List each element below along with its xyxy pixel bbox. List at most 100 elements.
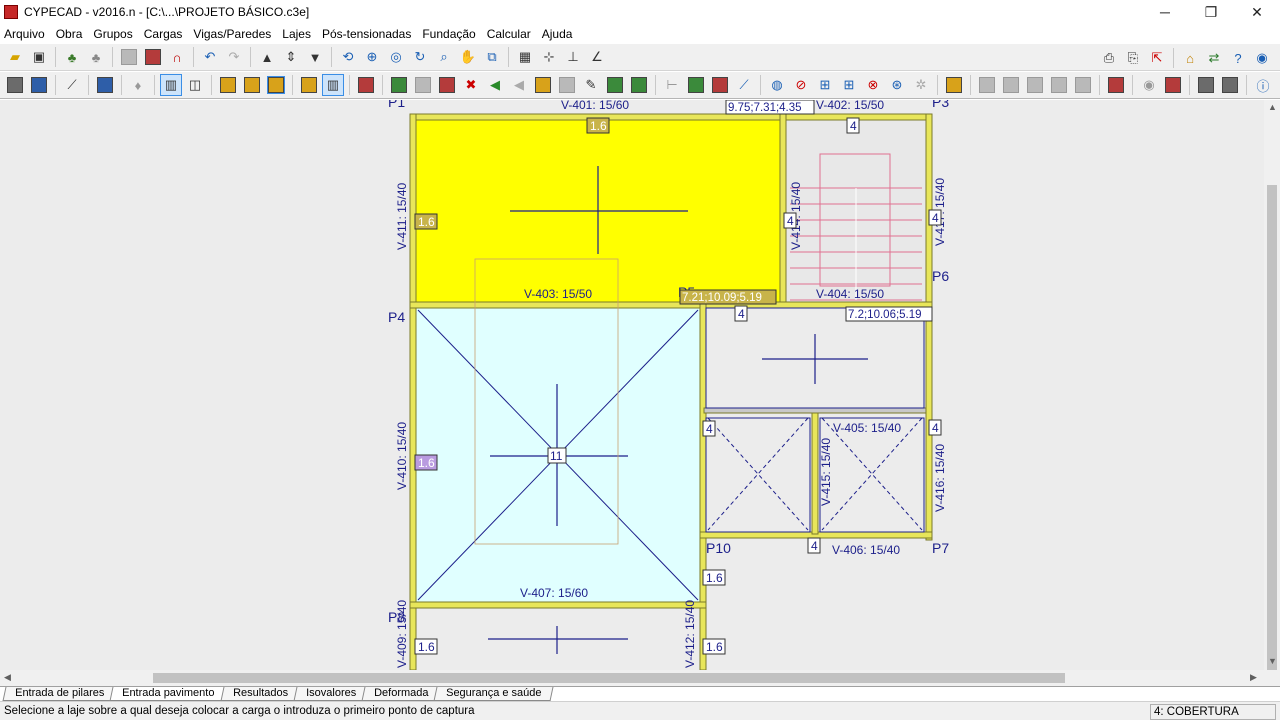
pan-hand-icon[interactable]: ✋ xyxy=(458,47,478,67)
arrow-left-icon[interactable]: ◀ xyxy=(485,75,505,95)
group-icon[interactable]: ♣ xyxy=(86,47,106,67)
horizontal-scroll-thumb[interactable] xyxy=(153,673,1065,683)
scroll-down-icon[interactable]: ▼ xyxy=(1268,656,1277,666)
load-tag[interactable]: 4 xyxy=(738,307,745,321)
eye-icon[interactable]: ◉ xyxy=(1139,75,1159,95)
menu-arquivo[interactable]: Arquivo xyxy=(0,27,49,41)
disabled-tool-2-icon[interactable] xyxy=(1003,77,1019,93)
building-settings-icon[interactable]: ⌂ xyxy=(1180,48,1200,68)
menu-vigas-paredes[interactable]: Vigas/Paredes xyxy=(189,27,275,41)
load-tag[interactable]: 1.6 xyxy=(590,119,607,133)
refresh-view-icon[interactable]: ↻ xyxy=(410,47,430,67)
maximize-button[interactable]: ❐ xyxy=(1188,0,1234,24)
pillar-p1[interactable]: P1 xyxy=(388,100,405,110)
disabled-tool-3-icon[interactable] xyxy=(1027,77,1043,93)
pillar-p10[interactable]: P10 xyxy=(706,540,731,556)
match-icon[interactable] xyxy=(631,77,647,93)
scroll-right-icon[interactable]: ▶ xyxy=(1250,672,1257,683)
tab-seguranca-saude[interactable]: Segurança e saúde xyxy=(433,687,555,701)
3d-view-icon[interactable] xyxy=(31,77,47,93)
beam-v403[interactable]: V-403: 15/50 xyxy=(524,287,592,301)
beam-v404[interactable]: V-404: 15/50 xyxy=(816,287,884,301)
tab-isovalores[interactable]: Isovalores xyxy=(293,687,369,701)
grid-capture-icon[interactable] xyxy=(145,49,161,65)
beam-v402[interactable]: V-402: 15/50 xyxy=(816,100,884,112)
view-off-icon[interactable]: ✲ xyxy=(911,75,931,95)
disabled-tool-4-icon[interactable] xyxy=(1051,77,1067,93)
web-icon[interactable]: ◉ xyxy=(1252,48,1272,68)
vertical-scrollbar[interactable]: ▲ ▼ xyxy=(1264,100,1280,680)
beam-v410[interactable]: V-410: 15/40 xyxy=(395,422,409,490)
zoom-all-icon[interactable]: ◎ xyxy=(386,47,406,67)
wall-icon[interactable] xyxy=(358,77,374,93)
drawing-canvas[interactable]: P1 P3 P4 P5 P6 P7 P10 P8 V-401: 15/60 V-… xyxy=(0,100,1264,670)
load-tag[interactable]: 4 xyxy=(932,211,939,225)
load-tag[interactable]: 4 xyxy=(811,539,818,553)
plan-view-icon[interactable]: ▦ xyxy=(515,47,535,67)
delete-element-icon[interactable]: ✖ xyxy=(461,75,481,95)
pillar-p3[interactable]: P3 xyxy=(932,100,949,110)
menu-calcular[interactable]: Calcular xyxy=(483,27,535,41)
undo-icon[interactable]: ↶ xyxy=(200,47,220,67)
horizontal-scrollbar[interactable]: ◀ ▶ xyxy=(0,670,1264,686)
beam-v409[interactable]: V-409: 15/40 xyxy=(395,600,409,668)
floor-up-icon[interactable]: ▲ xyxy=(257,47,277,67)
tools-1-icon[interactable] xyxy=(1198,77,1214,93)
menu-ajuda[interactable]: Ajuda xyxy=(538,27,577,41)
load-tag[interactable]: 1.6 xyxy=(418,456,435,470)
check-icon[interactable] xyxy=(946,77,962,93)
load-tag[interactable]: 1.6 xyxy=(706,640,723,654)
scroll-up-icon[interactable]: ▲ xyxy=(1268,102,1277,112)
menu-grupos[interactable]: Grupos xyxy=(89,27,136,41)
measure-icon[interactable]: ⊢ xyxy=(662,75,682,95)
save-icon[interactable]: ▣ xyxy=(29,47,49,67)
floor-plan[interactable]: P1 P3 P4 P5 P6 P7 P10 P8 V-401: 15/60 V-… xyxy=(0,100,1264,670)
plan-icon[interactable] xyxy=(7,77,23,93)
pencil-icon[interactable]: ✎ xyxy=(581,75,601,95)
close-button[interactable]: ✕ xyxy=(1234,0,1280,24)
zoom-previous-icon[interactable]: ⌕ xyxy=(434,47,454,67)
hide-layer-icon[interactable]: ⊘ xyxy=(791,75,811,95)
align-icon[interactable] xyxy=(535,77,551,93)
floors-icon[interactable] xyxy=(97,77,113,93)
beam-v416[interactable]: V-416: 15/40 xyxy=(933,444,947,512)
floor-select-icon[interactable]: ⇕ xyxy=(281,47,301,67)
ortho-icon[interactable]: ⊥ xyxy=(563,47,583,67)
transfer-icon[interactable]: ⇄ xyxy=(1204,48,1224,68)
line-icon[interactable]: ⟋ xyxy=(734,75,754,95)
tab-entrada-pilares[interactable]: Entrada de pilares xyxy=(2,687,117,701)
menu-pos-tensionadas[interactable]: Pós-tensionadas xyxy=(318,27,415,41)
load-tag[interactable]: 11 xyxy=(550,449,563,463)
edit-load-icon[interactable] xyxy=(301,77,317,93)
coordinates-icon[interactable]: ⊹ xyxy=(539,47,559,67)
beam-v405[interactable]: V-405: 15/40 xyxy=(833,421,901,435)
beam-v401[interactable]: V-401: 15/60 xyxy=(561,100,629,112)
floor-down-icon[interactable]: ▼ xyxy=(305,47,325,67)
copy-element-icon[interactable] xyxy=(415,77,431,93)
beam-v407[interactable]: V-407: 15/60 xyxy=(520,586,588,600)
load-tag[interactable]: 1.6 xyxy=(706,571,723,585)
stairs-icon[interactable]: ⟋ xyxy=(62,75,82,95)
load-tag[interactable]: 1.6 xyxy=(418,640,435,654)
info-icon[interactable]: ⓘ xyxy=(1253,75,1273,95)
beam-v412[interactable]: V-412: 15/40 xyxy=(683,600,697,668)
load-tag[interactable]: 4 xyxy=(850,119,857,133)
menu-obra[interactable]: Obra xyxy=(52,27,87,41)
pillar-p7[interactable]: P7 xyxy=(932,540,949,556)
dxf-template-icon[interactable] xyxy=(121,49,137,65)
menu-lajes[interactable]: Lajes xyxy=(278,27,315,41)
print-preview-icon[interactable]: ⎘ xyxy=(1123,48,1143,68)
trim-icon[interactable] xyxy=(559,77,575,93)
tools-2-icon[interactable] xyxy=(1222,77,1238,93)
beam-v411[interactable]: V-411: 15/40 xyxy=(395,183,409,250)
magnet-capture-icon[interactable]: ∩ xyxy=(167,47,187,67)
help-icon[interactable]: ? xyxy=(1228,48,1248,68)
load-tag[interactable]: 4 xyxy=(706,422,713,436)
grid-table-icon[interactable] xyxy=(1108,77,1124,93)
scroll-left-icon[interactable]: ◀ xyxy=(4,672,11,683)
section-icon[interactable] xyxy=(712,77,728,93)
load-tag[interactable]: 1.6 xyxy=(418,215,435,229)
menu-fundacao[interactable]: Fundação xyxy=(418,27,479,41)
line-load-icon[interactable] xyxy=(244,77,260,93)
minimize-button[interactable]: ─ xyxy=(1142,0,1188,24)
